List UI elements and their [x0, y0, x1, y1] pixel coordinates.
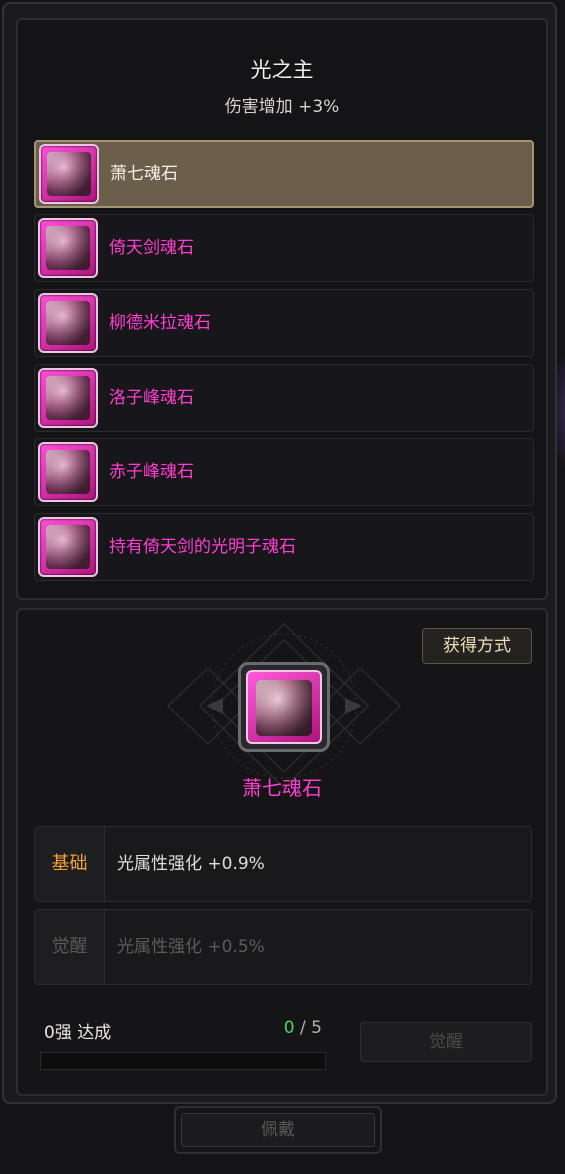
- stone-name: 洛子峰魂石: [109, 388, 194, 408]
- stone-name: 持有倚天剑的光明子魂石: [109, 537, 296, 557]
- set-bonus: 伤害增加 +3%: [224, 97, 340, 117]
- progress-count: 0 / 5: [284, 1018, 322, 1038]
- progress-total: 5: [311, 1018, 322, 1038]
- base-stat-value: 光属性强化 +0.9%: [117, 854, 265, 874]
- awaken-stat-value: 光属性强化 +0.5%: [117, 937, 265, 957]
- stone-name: 柳德米拉魂石: [109, 313, 211, 333]
- base-stat-label: 基础: [35, 827, 105, 901]
- stone-detail-panel: 获得方式 萧七魂石 基础 光属性强化 +0.9% 觉醒 光属性强化 +0.5% …: [16, 608, 548, 1096]
- awaken-stat-row: 觉醒 光属性强化 +0.5%: [34, 909, 532, 985]
- progress-separator: /: [294, 1018, 312, 1038]
- stone-thumbnail: [38, 293, 98, 353]
- stone-thumbnail: [38, 517, 98, 577]
- selected-stone-icon: [238, 662, 330, 752]
- stone-item-ludmila[interactable]: 柳德米拉魂石: [34, 289, 534, 357]
- stone-item-yitianjian[interactable]: 倚天剑魂石: [34, 214, 534, 282]
- stone-thumbnail: [38, 442, 98, 502]
- set-panel: 光之主 伤害增加 +3% 萧七魂石 倚天剑魂石 柳德米拉魂石 洛子峰魂石 赤子峰…: [16, 18, 548, 600]
- awaken-button[interactable]: 觉醒: [360, 1022, 532, 1062]
- stone-item-chizifeng[interactable]: 赤子峰魂石: [34, 438, 534, 506]
- stone-item-xiaoqi[interactable]: 萧七魂石: [34, 140, 534, 208]
- awaken-stat-label: 觉醒: [35, 910, 105, 984]
- set-title: 光之主: [250, 58, 314, 82]
- selected-stone-name: 萧七魂石: [242, 776, 322, 800]
- progress-label: 0强 达成: [44, 1023, 112, 1043]
- stone-thumbnail: [38, 368, 98, 428]
- stone-name: 萧七魂石: [110, 164, 178, 184]
- stone-thumbnail: [38, 218, 98, 278]
- base-stat-row: 基础 光属性强化 +0.9%: [34, 826, 532, 902]
- equip-button-frame: 佩戴: [174, 1106, 382, 1154]
- progress-bar: [40, 1052, 326, 1070]
- stone-item-luozifeng[interactable]: 洛子峰魂石: [34, 364, 534, 432]
- stone-item-guangmingzi[interactable]: 持有倚天剑的光明子魂石: [34, 513, 534, 581]
- stone-name: 倚天剑魂石: [109, 238, 194, 258]
- stone-thumbnail: [39, 144, 99, 204]
- acquire-method-button[interactable]: 获得方式: [422, 628, 532, 664]
- soulstone-window: 光之主 伤害增加 +3% 萧七魂石 倚天剑魂石 柳德米拉魂石 洛子峰魂石 赤子峰…: [2, 2, 557, 1104]
- progress-current: 0: [283, 1018, 295, 1038]
- stone-name: 赤子峰魂石: [109, 462, 194, 482]
- equip-button[interactable]: 佩戴: [181, 1113, 375, 1147]
